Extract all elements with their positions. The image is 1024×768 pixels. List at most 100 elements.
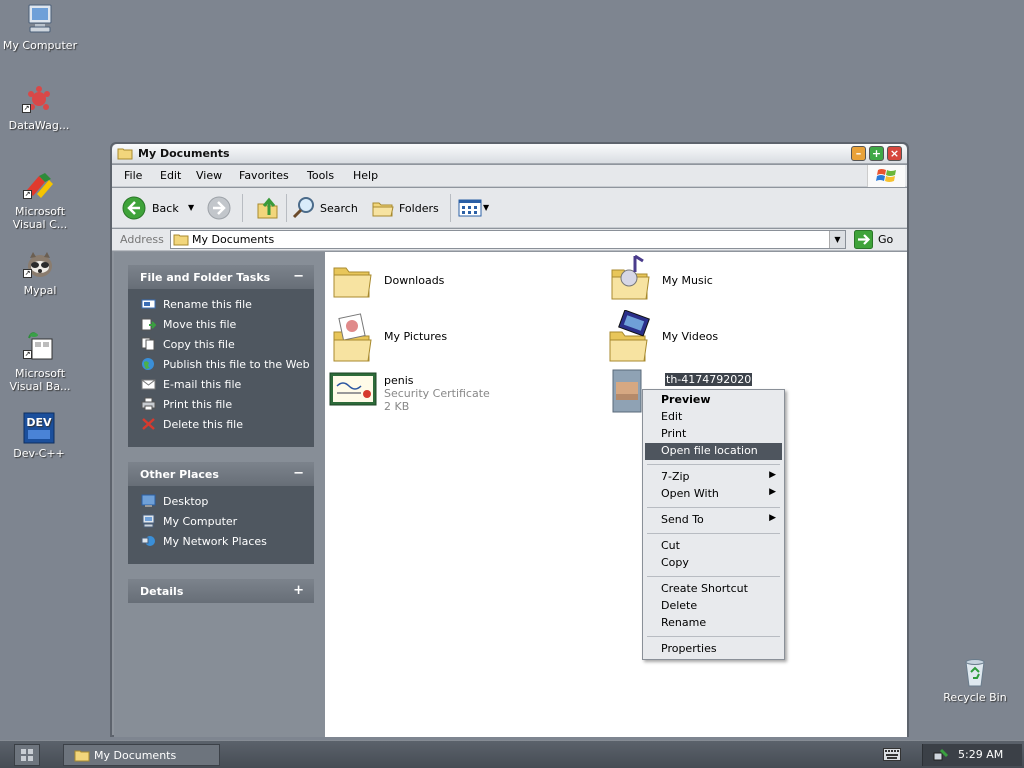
folder-item-my-music[interactable]: My Music: [609, 252, 809, 306]
folder-icon: [173, 234, 189, 246]
menu-item-open-with[interactable]: Open With ▶: [645, 486, 782, 503]
address-value: My Documents: [192, 233, 275, 246]
desktop-icon-label: Recycle Bin: [943, 691, 1007, 704]
up-folder-icon[interactable]: [256, 197, 280, 219]
search-button-label[interactable]: Search: [320, 202, 358, 215]
menu-item-label: Rename: [661, 616, 707, 629]
task-label: Rename this file: [163, 298, 252, 311]
desktop-icon-recycle-bin[interactable]: Recycle Bin: [935, 656, 1015, 704]
rename-icon: [141, 299, 156, 309]
certificate-icon: [329, 372, 377, 406]
menu-help[interactable]: Help: [353, 169, 378, 182]
taskbar-button-my-documents[interactable]: My Documents: [63, 744, 220, 766]
panel-body: Desktop My Computer My Network Places: [128, 486, 314, 564]
task-copy[interactable]: Copy this file: [128, 335, 314, 355]
menu-file[interactable]: File: [124, 169, 142, 182]
menu-item-label: Create Shortcut: [661, 582, 748, 595]
folder-item-my-videos[interactable]: My Videos: [605, 310, 805, 364]
menu-edit[interactable]: Edit: [160, 169, 181, 182]
back-dropdown-icon[interactable]: ▼: [188, 203, 194, 212]
forward-arrow-icon[interactable]: [207, 196, 231, 220]
panel-title: Other Places: [140, 468, 219, 481]
menu-item-delete[interactable]: Delete: [645, 598, 782, 615]
title-bar[interactable]: My Documents – + ×: [112, 144, 907, 164]
computer-icon: [28, 4, 52, 33]
folders-button-label[interactable]: Folders: [399, 202, 439, 215]
task-publish[interactable]: Publish this file to the Web: [128, 355, 314, 375]
menu-item-label: Open file location: [661, 444, 758, 457]
menu-item-cut[interactable]: Cut: [645, 538, 782, 555]
desktop-icon-datawag[interactable]: ↗ DataWag...: [0, 84, 79, 132]
minimize-button[interactable]: –: [851, 146, 866, 161]
network-status-icon[interactable]: [933, 747, 949, 763]
desktop-icon-devcpp[interactable]: DEV Dev-C++: [0, 412, 79, 460]
folder-item-my-pictures[interactable]: My Pictures: [331, 310, 531, 364]
task-label: Move this file: [163, 318, 237, 331]
start-button[interactable]: [14, 744, 40, 766]
address-input[interactable]: My Documents ▼: [170, 230, 846, 249]
search-icon[interactable]: [292, 196, 316, 220]
folders-icon[interactable]: [372, 198, 394, 218]
back-arrow-icon[interactable]: [122, 196, 146, 220]
collapse-icon[interactable]: −: [293, 269, 304, 284]
folder-icon: [333, 267, 372, 298]
menu-separator: [647, 636, 780, 637]
explorer-window: My Documents – + × File Edit View Favori…: [110, 142, 909, 737]
taskbar-button-label: My Documents: [94, 749, 177, 762]
task-label: Delete this file: [163, 418, 243, 431]
globe-icon: [142, 358, 154, 370]
desktop-icon-mypal[interactable]: ↗ Mypal: [0, 249, 80, 297]
keyboard-icon[interactable]: [883, 748, 901, 761]
back-button-label[interactable]: Back: [152, 202, 179, 215]
menu-item-send-to[interactable]: Send To ▶: [645, 512, 782, 529]
maximize-button[interactable]: +: [869, 146, 884, 161]
go-button-label[interactable]: Go: [878, 233, 893, 246]
menu-item-copy[interactable]: Copy: [645, 555, 782, 572]
place-network[interactable]: My Network Places: [128, 532, 314, 552]
context-menu: Preview Edit Print Open file location 7-Zip ▶…: [642, 389, 785, 660]
panel-title: Details: [140, 585, 184, 598]
views-icon[interactable]: [458, 199, 482, 217]
menu-item-preview[interactable]: Preview: [645, 392, 782, 409]
menu-item-edit[interactable]: Edit: [645, 409, 782, 426]
menu-item-print[interactable]: Print: [645, 426, 782, 443]
menu-separator: [647, 576, 780, 577]
menu-item-open-file-location[interactable]: Open file location: [645, 443, 782, 460]
collapse-icon[interactable]: −: [293, 466, 304, 481]
place-my-computer[interactable]: My Computer: [128, 512, 314, 532]
address-dropdown-icon[interactable]: ▼: [829, 231, 845, 248]
menu-item-properties[interactable]: Properties: [645, 641, 782, 658]
go-arrow-icon[interactable]: [854, 230, 873, 249]
place-desktop[interactable]: Desktop: [128, 492, 314, 512]
menu-item-7-zip[interactable]: 7-Zip ▶: [645, 469, 782, 486]
close-button[interactable]: ×: [887, 146, 902, 161]
file-type: Security Certificate: [384, 387, 490, 400]
menu-favorites[interactable]: Favorites: [239, 169, 289, 182]
delete-icon: [142, 418, 155, 430]
desktop-icon-visual-basic[interactable]: ↗ Microsoft Visual Ba...: [0, 330, 80, 393]
desktop-icon: [141, 494, 156, 507]
panel-header[interactable]: Details +: [128, 579, 314, 603]
menu-tools[interactable]: Tools: [307, 169, 334, 182]
desktop-icon-my-computer[interactable]: My Computer: [0, 2, 80, 52]
views-dropdown-icon[interactable]: ▼: [483, 203, 489, 212]
menu-view[interactable]: View: [196, 169, 222, 182]
task-move[interactable]: Move this file: [128, 315, 314, 335]
panel-header[interactable]: Other Places −: [128, 462, 314, 486]
computer-icon: [142, 514, 155, 528]
place-label: My Computer: [163, 515, 238, 528]
place-label: Desktop: [163, 495, 209, 508]
file-item-certificate[interactable]: penis Security Certificate 2 KB: [329, 370, 529, 418]
task-email[interactable]: E-mail this file: [128, 375, 314, 395]
menu-item-create-shortcut[interactable]: Create Shortcut: [645, 581, 782, 598]
menu-item-rename[interactable]: Rename: [645, 615, 782, 632]
task-delete[interactable]: Delete this file: [128, 415, 314, 435]
desktop-icon-visual-c[interactable]: ↗ Microsoft Visual C...: [0, 170, 80, 231]
task-rename[interactable]: Rename this file: [128, 295, 314, 315]
expand-icon[interactable]: +: [293, 583, 304, 598]
task-print[interactable]: Print this file: [128, 395, 314, 415]
folder-item-downloads[interactable]: Downloads: [331, 260, 531, 306]
toolbar: Back ▼ Search Folders ▼: [112, 188, 907, 228]
panel-header[interactable]: File and Folder Tasks −: [128, 265, 314, 289]
file-name: My Videos: [662, 330, 719, 343]
